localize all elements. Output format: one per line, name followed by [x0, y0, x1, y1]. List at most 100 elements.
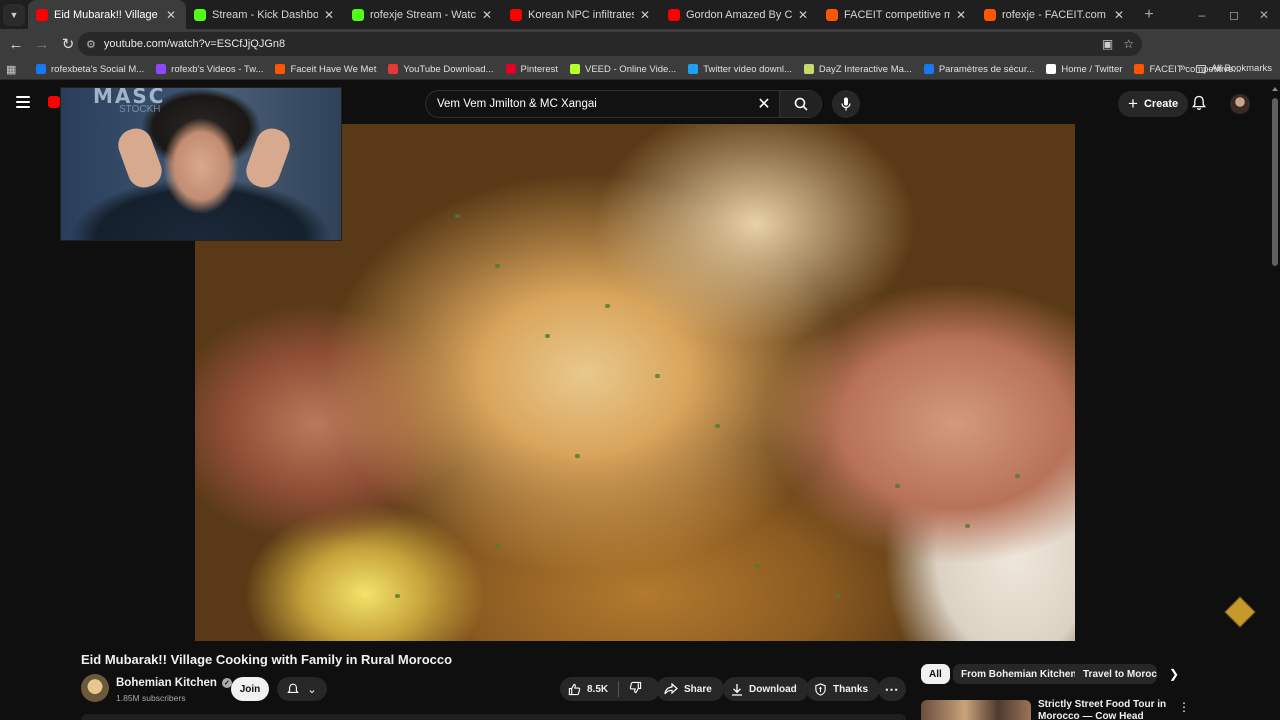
browser-tab[interactable]: Stream - Kick Dashboard ✕ — [186, 0, 344, 29]
tab-favicon-icon — [352, 8, 364, 21]
bookmark-item[interactable]: rofexb's Videos - Tw... — [156, 64, 263, 75]
download-icon — [732, 683, 742, 696]
tab-title: Korean NPC infiltrates Sony HQ — [528, 8, 634, 21]
minimize-button[interactable]: – — [1186, 0, 1218, 29]
tab-title: FACEIT competitive match - FA — [844, 8, 950, 21]
guide-menu-icon[interactable] — [16, 96, 30, 108]
bell-icon — [287, 683, 300, 693]
related-more-icon[interactable]: ⋮ — [1178, 700, 1190, 714]
plus-icon: + — [1128, 94, 1138, 113]
tab-close-icon[interactable]: ✕ — [480, 8, 494, 22]
search-box: ✕ — [425, 90, 822, 118]
tab-close-icon[interactable]: ✕ — [954, 8, 968, 22]
download-button[interactable]: Download — [723, 677, 809, 701]
bookmark-item[interactable]: DayZ Interactive Ma... — [803, 63, 912, 75]
channel-avatar[interactable] — [81, 674, 109, 702]
browser-tab[interactable]: rofexje Stream - Watch Live on ✕ — [344, 0, 502, 29]
back-arrow-icon[interactable]: ← — [4, 32, 28, 56]
bookmarks-bar: ▦ rofexbeta's Social M... rofexb's Videos… — [0, 59, 1280, 80]
chip-from-channel[interactable]: From Bohemian Kitchen — [953, 664, 1085, 684]
chip-all[interactable]: All — [921, 664, 950, 684]
bookmark-favicon-icon — [688, 64, 699, 74]
bookmark-list: rofexbeta's Social M... rofexb's Videos -… — [36, 64, 1253, 75]
tab-close-icon[interactable]: ✕ — [638, 8, 652, 22]
related-video-thumbnail[interactable] — [921, 700, 1031, 720]
voice-search-button[interactable] — [832, 90, 860, 118]
site-info-icon[interactable]: ⚙ — [86, 38, 96, 51]
address-bar[interactable]: ⚙ youtube.com/watch?v=ESCfJjQJGn8 ▣ ☆ — [78, 32, 1142, 56]
like-button[interactable]: 8.5K — [560, 681, 620, 697]
folder-icon — [1196, 64, 1207, 73]
bookmark-label: rofexbeta's Social M... — [51, 63, 145, 75]
bookmark-item[interactable]: rofexbeta's Social M... — [36, 64, 144, 75]
maximize-button[interactable]: ◻ — [1218, 0, 1250, 29]
more-horizontal-icon: ⋯ — [884, 680, 900, 697]
bookmark-favicon-icon — [803, 64, 814, 74]
bookmark-favicon-icon — [388, 64, 399, 74]
tab-favicon-icon — [194, 8, 206, 21]
install-app-icon[interactable]: ▣ — [1102, 37, 1113, 51]
bookmark-item[interactable]: YouTube Download... — [388, 63, 494, 75]
related-video-title[interactable]: Strictly Street Food Tour in Morocco — C… — [1038, 699, 1168, 720]
browser-tab[interactable]: FACEIT competitive match - FA ✕ — [818, 0, 976, 29]
channel-name-link[interactable]: Bohemian Kitchen ✓ — [116, 677, 232, 689]
notifications-button[interactable] — [1192, 95, 1206, 116]
bookmark-item[interactable]: Twitter video downl... — [688, 64, 792, 75]
bookmark-item[interactable]: Faceit Have We Met — [275, 64, 376, 75]
address-bar-actions: ▣ ☆ — [1102, 37, 1134, 51]
description-box[interactable] — [81, 714, 906, 720]
browser-tab[interactable]: Eid Mubarak!! Village Cooking ✕ — [28, 0, 186, 29]
tab-search-menu-button[interactable]: ▼ — [3, 3, 25, 26]
page-scrollbar[interactable] — [1271, 84, 1279, 720]
bell-icon — [1192, 95, 1206, 110]
apps-grid-icon[interactable]: ▦ — [6, 63, 20, 76]
tab-favicon-icon — [984, 8, 996, 21]
search-button[interactable] — [779, 91, 821, 117]
browser-tab[interactable]: Gordon Amazed By Chef Who ✕ — [660, 0, 818, 29]
thanks-button[interactable]: Thanks — [806, 677, 881, 701]
youtube-page: ✕ + Create MASC STOCKH E — [0, 80, 1280, 720]
tab-close-icon[interactable]: ✕ — [164, 8, 178, 22]
forward-arrow-icon[interactable]: → — [30, 32, 54, 56]
scrollbar-thumb[interactable] — [1272, 98, 1278, 266]
share-label: Share — [684, 683, 712, 695]
bookmark-item[interactable]: Pinterest — [505, 64, 558, 75]
overlay-subtext: STOCKH — [119, 104, 161, 115]
create-button[interactable]: + Create — [1118, 91, 1189, 117]
bookmark-item[interactable]: Home / Twitter — [1046, 64, 1122, 75]
new-tab-button[interactable]: + — [1138, 6, 1160, 24]
tab-close-icon[interactable]: ✕ — [796, 8, 810, 22]
bookmark-item[interactable]: Paramètres de sécur... — [923, 63, 1035, 75]
clear-search-icon[interactable]: ✕ — [749, 94, 779, 114]
join-button[interactable]: Join — [231, 677, 269, 701]
search-input[interactable] — [426, 98, 749, 110]
bookmarks-overflow-chevron-icon[interactable]: » — [1180, 62, 1186, 74]
bookmark-item[interactable]: VEED - Online Vide... — [570, 64, 676, 75]
channel-watermark-icon[interactable] — [1224, 596, 1256, 628]
bookmark-label: Home / Twitter — [1061, 63, 1123, 75]
subscription-notifications-button[interactable]: ⌄ — [277, 677, 327, 701]
thumbs-up-icon — [568, 683, 581, 695]
bookmark-label: YouTube Download... — [403, 63, 494, 75]
chevron-right-icon[interactable]: ❯ — [1164, 664, 1184, 684]
all-bookmarks-button[interactable]: All Bookmarks — [1196, 63, 1272, 74]
bookmark-favicon-icon — [275, 64, 286, 74]
bookmark-label: DayZ Interactive Ma... — [818, 63, 912, 75]
more-actions-button[interactable]: ⋯ — [878, 677, 906, 701]
scroll-up-arrow-icon[interactable] — [1272, 87, 1278, 91]
browser-tab[interactable]: Korean NPC infiltrates Sony HQ ✕ — [502, 0, 660, 29]
browser-tab-strip: ▼ Eid Mubarak!! Village Cooking✕Stream -… — [0, 0, 1280, 29]
tab-title: rofexje - FACEIT.com — [1002, 8, 1106, 21]
browser-tab[interactable]: rofexje - FACEIT.com ✕ — [976, 0, 1134, 29]
tab-close-icon[interactable]: ✕ — [322, 8, 336, 22]
chip-travel-to-morocco[interactable]: Travel to Morocco — [1075, 664, 1157, 684]
bookmark-label: Paramètres de sécur... — [938, 63, 1035, 75]
youtube-logo-icon[interactable] — [48, 96, 60, 108]
reload-icon[interactable]: ↻ — [56, 32, 80, 56]
bookmark-star-icon[interactable]: ☆ — [1123, 37, 1134, 51]
tab-close-icon[interactable]: ✕ — [1112, 8, 1126, 22]
share-button[interactable]: Share — [656, 677, 724, 701]
account-avatar[interactable] — [1230, 94, 1250, 114]
dislike-button[interactable] — [619, 681, 642, 697]
close-window-button[interactable]: ✕ — [1248, 0, 1280, 29]
